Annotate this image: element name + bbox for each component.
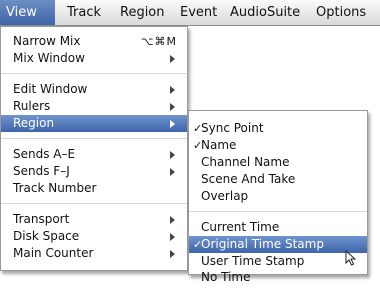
menu-item-name[interactable]: ✓ Name <box>189 137 367 154</box>
menu-item-sends-a-e[interactable]: Sends A–E <box>1 146 187 163</box>
submenu-arrow-icon <box>170 55 175 63</box>
submenu-arrow-icon <box>170 120 175 128</box>
menu-item-label: Name <box>201 138 237 152</box>
submenu-arrow-icon <box>170 233 175 241</box>
shortcut-label: ⌥⌘M <box>140 35 177 48</box>
menu-separator <box>1 73 187 74</box>
menu-item-label: Rulers <box>13 99 51 113</box>
menu-item-scene-and-take[interactable]: Scene And Take <box>189 171 367 188</box>
menu-item-label: Sends A–E <box>13 147 76 161</box>
menu-item-narrow-mix[interactable]: Narrow Mix ⌥⌘M <box>1 33 187 50</box>
menu-separator <box>1 138 187 139</box>
menu-item-region[interactable]: Region <box>1 115 187 132</box>
menu-item-label: Overlap <box>201 189 249 203</box>
menu-item-mix-window[interactable]: Mix Window <box>1 50 187 67</box>
menu-item-channel-name[interactable]: Channel Name <box>189 154 367 171</box>
menubar-region[interactable]: Region <box>120 0 165 25</box>
menu-item-label: Scene And Take <box>201 172 296 186</box>
menu-item-sync-point[interactable]: ✓ Sync Point <box>189 120 367 137</box>
menubar-audiosuite[interactable]: AudioSuite <box>230 0 300 25</box>
menu-item-disk-space[interactable]: Disk Space <box>1 228 187 245</box>
menu-item-label: Track Number <box>13 181 97 195</box>
region-submenu: ✓ Sync Point ✓ Name Channel Name Scene A… <box>188 110 368 275</box>
menu-item-label: Region <box>13 116 55 130</box>
menu-separator <box>1 203 187 204</box>
menu-item-label: Narrow Mix <box>13 34 81 48</box>
menu-item-label: Sync Point <box>201 121 264 135</box>
menu-item-edit-window[interactable]: Edit Window <box>1 81 187 98</box>
menu-item-overlap[interactable]: Overlap <box>189 188 367 205</box>
menu-item-current-time[interactable]: Current Time <box>189 219 367 236</box>
menu-item-label: No Time <box>201 270 251 284</box>
submenu-arrow-icon <box>170 86 175 94</box>
menubar-event[interactable]: Event <box>180 0 217 25</box>
menu-separator <box>189 211 367 212</box>
menu-item-label: Main Counter <box>13 246 94 260</box>
menu-item-original-time-stamp[interactable]: ✓ Original Time Stamp <box>189 236 367 253</box>
menu-bar: View Track Region Event AudioSuite Optio… <box>0 0 380 26</box>
menu-item-label: User Time Stamp <box>201 254 305 268</box>
submenu-arrow-icon <box>170 103 175 111</box>
submenu-arrow-icon <box>170 151 175 159</box>
menu-item-label: Edit Window <box>13 82 88 96</box>
menu-item-label: Sends F–J <box>13 164 70 178</box>
mouse-cursor-icon <box>345 250 357 266</box>
menu-item-label: Channel Name <box>201 155 290 169</box>
submenu-arrow-icon <box>170 168 175 176</box>
menu-item-label: Current Time <box>201 220 280 234</box>
menu-item-sends-f-j[interactable]: Sends F–J <box>1 163 187 180</box>
menu-item-track-number[interactable]: Track Number <box>1 180 187 197</box>
submenu-arrow-icon <box>170 250 175 258</box>
submenu-arrow-icon <box>170 216 175 224</box>
menu-item-label: Original Time Stamp <box>201 237 324 251</box>
menu-item-no-time-label[interactable]: No Time <box>189 269 367 286</box>
menubar-track[interactable]: Track <box>67 0 101 25</box>
menubar-options[interactable]: Options <box>316 0 366 25</box>
menu-item-transport[interactable]: Transport <box>1 211 187 228</box>
menu-item-label: Mix Window <box>13 51 85 65</box>
menu-item-rulers[interactable]: Rulers <box>1 98 187 115</box>
menubar-view[interactable]: View <box>0 0 55 25</box>
menu-item-label: Transport <box>13 212 70 226</box>
menu-item-main-counter[interactable]: Main Counter <box>1 245 187 262</box>
menu-item-label: Disk Space <box>13 229 80 243</box>
menu-item-user-time-stamp[interactable]: User Time Stamp <box>189 253 367 270</box>
view-menu: Narrow Mix ⌥⌘M Mix Window Edit Window Ru… <box>0 26 188 271</box>
